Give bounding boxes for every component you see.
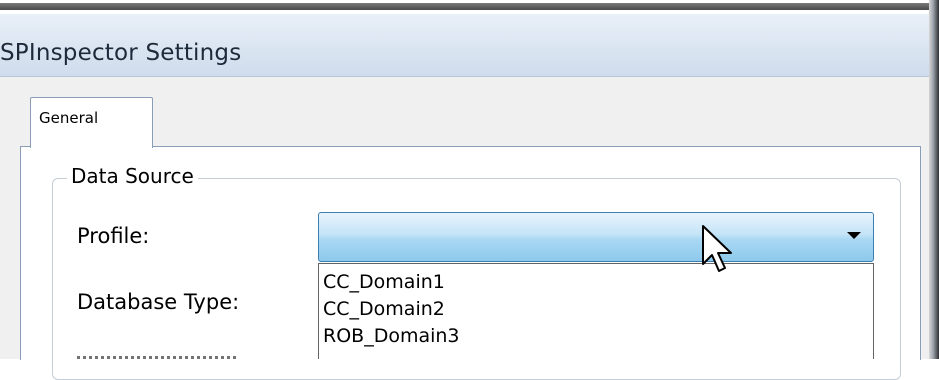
window-frame-edge xyxy=(0,3,939,10)
profile-option-cc-domain2[interactable]: CC_Domain2 xyxy=(323,298,445,320)
profile-option-rob-domain3[interactable]: ROB_Domain3 xyxy=(323,325,460,347)
chevron-down-icon[interactable] xyxy=(847,232,861,239)
next-field-label-clipped xyxy=(77,347,237,359)
mouse-pointer-icon xyxy=(702,225,732,272)
window-top-edge xyxy=(0,0,939,14)
profile-combobox[interactable] xyxy=(318,212,874,262)
profile-dropdown-list[interactable]: CC_Domain1 CC_Domain2 ROB_Domain3 xyxy=(318,263,874,359)
profile-label: Profile: xyxy=(77,224,150,248)
title-bar[interactable]: SPInspector Settings xyxy=(0,14,939,77)
window-right-edge xyxy=(929,0,939,359)
database-type-label: Database Type: xyxy=(77,290,240,314)
data-source-group-label: Data Source xyxy=(67,164,198,188)
tab-general-label: General xyxy=(39,109,99,127)
tab-general[interactable]: General xyxy=(30,97,153,148)
profile-option-cc-domain1[interactable]: CC_Domain1 xyxy=(323,271,445,293)
window-title: SPInspector Settings xyxy=(0,40,242,66)
